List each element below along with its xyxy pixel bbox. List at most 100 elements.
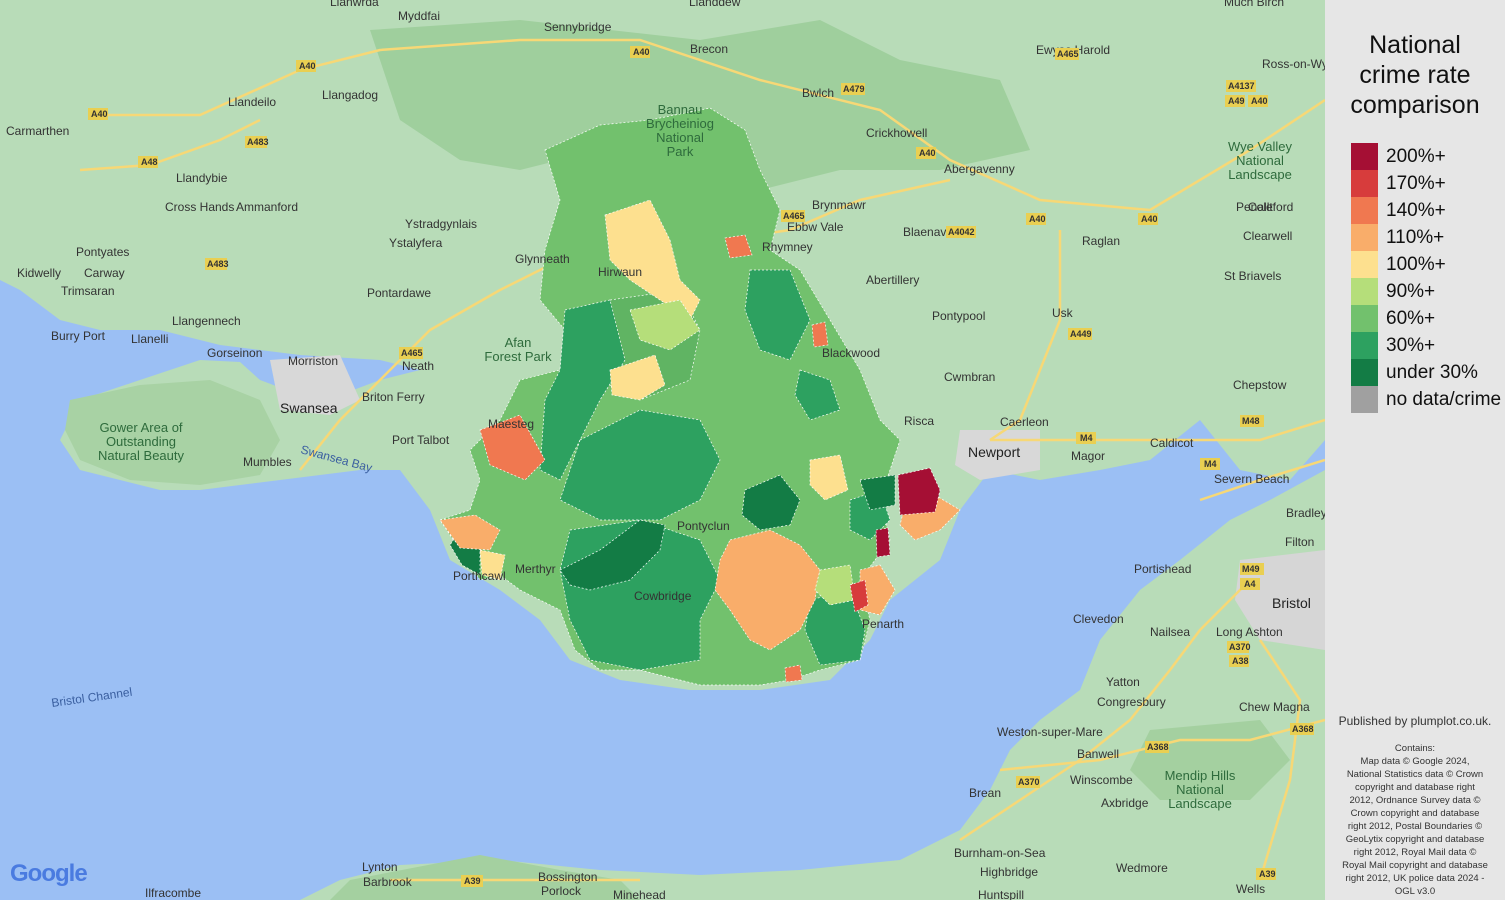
svg-text:Banwell: Banwell (1077, 747, 1119, 761)
svg-text:Trimsaran: Trimsaran (61, 284, 115, 298)
svg-text:M48: M48 (1242, 416, 1260, 426)
svg-text:Ystalyfera: Ystalyfera (389, 236, 443, 250)
svg-text:Winscombe: Winscombe (1070, 773, 1133, 787)
svg-text:M4: M4 (1204, 459, 1217, 469)
svg-text:Bristol: Bristol (1272, 595, 1311, 611)
svg-text:A368: A368 (1147, 742, 1169, 752)
svg-text:Neath: Neath (402, 359, 434, 373)
svg-text:Bradley: Bradley (1286, 506, 1325, 520)
legend-list: 200%+ 170%+ 140%+ 110%+ 100%+ 90%+ 60%+ … (1351, 143, 1501, 413)
svg-text:A40: A40 (91, 109, 108, 119)
svg-text:A465: A465 (783, 211, 805, 221)
legend-item: 200%+ (1351, 143, 1501, 170)
legend-label: 140%+ (1386, 199, 1446, 221)
svg-text:Carway: Carway (84, 266, 125, 280)
legend-label: 90%+ (1386, 280, 1436, 302)
svg-text:A39: A39 (464, 876, 481, 886)
svg-text:Bossington: Bossington (538, 870, 597, 884)
svg-text:M4: M4 (1080, 433, 1093, 443)
svg-text:Portishead: Portishead (1134, 562, 1191, 576)
legend-swatch (1351, 278, 1378, 305)
svg-text:Wye Valley: Wye Valley (1228, 139, 1292, 154)
svg-text:Myddfai: Myddfai (398, 9, 440, 23)
svg-text:Ystradgynlais: Ystradgynlais (405, 217, 477, 231)
crime-rate-map[interactable]: Llanwrda Myddfai Sennybridge Llanddew Br… (0, 0, 1325, 900)
svg-text:Penarth: Penarth (862, 617, 904, 631)
svg-text:Axbridge: Axbridge (1101, 796, 1149, 810)
legend-swatch (1351, 197, 1378, 224)
svg-text:A38: A38 (1232, 656, 1249, 666)
svg-text:Forest Park: Forest Park (484, 349, 552, 364)
legend-item: 170%+ (1351, 170, 1501, 197)
svg-text:Llanddew: Llanddew (689, 0, 741, 9)
svg-text:Ammanford: Ammanford (236, 200, 298, 214)
svg-text:Minehead: Minehead (613, 888, 666, 900)
svg-text:Wells: Wells (1236, 882, 1265, 896)
legend-label: 110%+ (1386, 226, 1445, 248)
svg-text:Magor: Magor (1071, 449, 1105, 463)
attribution-line: Royal Mail copyright and database (1342, 860, 1488, 871)
svg-text:Cwmbran: Cwmbran (944, 370, 995, 384)
svg-text:Swansea: Swansea (280, 400, 338, 416)
svg-text:Porthcawl: Porthcawl (453, 569, 506, 583)
attribution-line: right 2012, Royal Mail data © (1353, 847, 1477, 858)
svg-text:Morriston: Morriston (288, 354, 338, 368)
svg-text:A39: A39 (1259, 869, 1276, 879)
svg-text:A368: A368 (1292, 724, 1314, 734)
legend-item: no data/crime (1351, 386, 1501, 413)
svg-text:A370: A370 (1018, 777, 1040, 787)
legend-title-line: comparison (1350, 91, 1480, 119)
svg-text:National: National (1176, 782, 1224, 797)
attribution-line: right 2012, Postal Boundaries © (1347, 821, 1483, 832)
svg-text:Usk: Usk (1052, 306, 1074, 320)
svg-text:Briton Ferry: Briton Ferry (362, 390, 425, 404)
attribution-line: 2012, Ordnance Survey data © (1349, 795, 1481, 806)
legend-label: 30%+ (1386, 334, 1436, 356)
legend-item: 140%+ (1351, 197, 1501, 224)
svg-text:A483: A483 (247, 137, 269, 147)
svg-text:Congresbury: Congresbury (1097, 695, 1166, 709)
svg-text:Abergavenny: Abergavenny (944, 162, 1015, 176)
area-200b (875, 527, 891, 558)
svg-text:Risca: Risca (904, 414, 934, 428)
svg-text:Ebbw Vale: Ebbw Vale (787, 220, 844, 234)
svg-text:National: National (1236, 153, 1284, 168)
legend-label: 100%+ (1386, 253, 1446, 275)
svg-text:Llangennech: Llangennech (172, 314, 241, 328)
svg-text:A48: A48 (141, 157, 158, 167)
svg-text:Llandybie: Llandybie (176, 171, 228, 185)
attribution-text: Contains: Map data © Google 2024, Nation… (1333, 742, 1497, 898)
svg-text:A4: A4 (1244, 579, 1256, 589)
svg-text:Blackwood: Blackwood (822, 346, 880, 360)
legend-title-line: crime rate (1359, 61, 1471, 89)
svg-text:Ilfracombe: Ilfracombe (145, 886, 201, 900)
svg-text:Much Birch: Much Birch (1224, 0, 1284, 9)
legend-swatch (1351, 170, 1378, 197)
svg-text:Llangadog: Llangadog (322, 88, 378, 102)
svg-text:Pontyates: Pontyates (76, 245, 129, 259)
svg-text:Newport: Newport (968, 444, 1020, 460)
legend-swatch (1351, 332, 1378, 359)
svg-text:A449: A449 (1070, 329, 1092, 339)
svg-text:Mendip Hills: Mendip Hills (1165, 768, 1236, 783)
svg-text:Burnham-on-Sea: Burnham-on-Sea (954, 846, 1046, 860)
legend-swatch (1351, 251, 1378, 278)
svg-text:Pontypool: Pontypool (932, 309, 985, 323)
legend-swatch (1351, 305, 1378, 332)
svg-text:Brynmawr: Brynmawr (812, 198, 866, 212)
svg-text:Landscape: Landscape (1168, 796, 1232, 811)
svg-text:Rhymney: Rhymney (762, 240, 813, 254)
svg-text:A40: A40 (633, 47, 650, 57)
legend-label: 200%+ (1386, 145, 1446, 167)
svg-text:Llanwrda: Llanwrda (330, 0, 379, 9)
svg-text:Lynton: Lynton (362, 860, 398, 874)
svg-text:Kidwelly: Kidwelly (17, 266, 61, 280)
svg-text:Landscape: Landscape (1228, 167, 1292, 182)
svg-text:A40: A40 (1251, 96, 1268, 106)
svg-text:Cowbridge: Cowbridge (634, 589, 692, 603)
legend-label: 60%+ (1386, 307, 1436, 329)
svg-text:A40: A40 (1141, 214, 1158, 224)
svg-text:Clevedon: Clevedon (1073, 612, 1124, 626)
svg-text:Outstanding: Outstanding (106, 434, 176, 449)
svg-text:A465: A465 (401, 348, 423, 358)
